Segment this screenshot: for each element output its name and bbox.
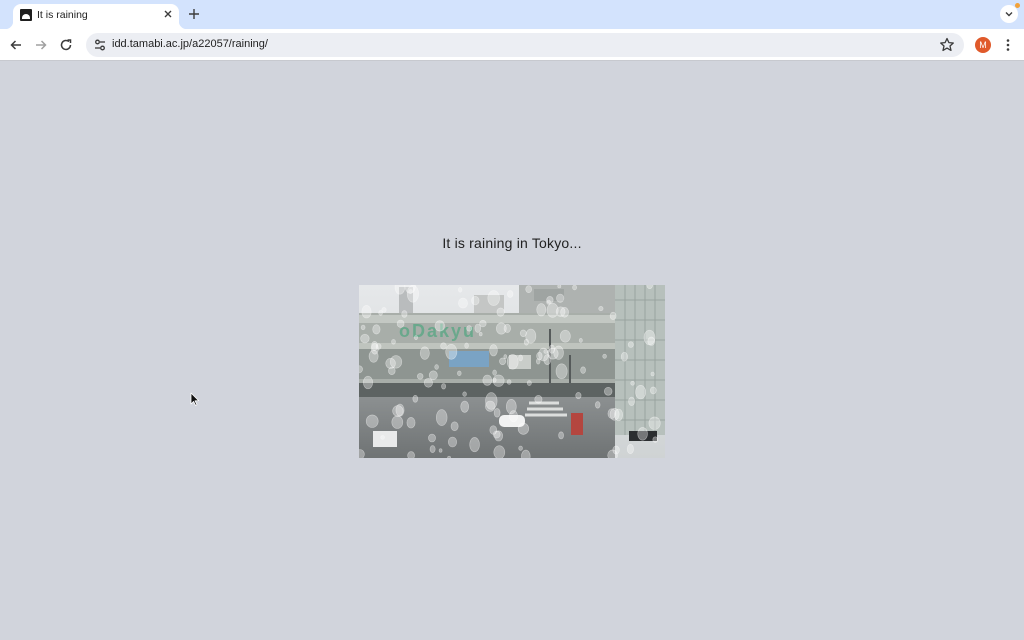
reload-button[interactable]: [58, 37, 74, 53]
browser-toolbar: idd.tamabi.ac.jp/a22057/raining/ M: [0, 29, 1024, 61]
mouse-cursor-icon: [190, 392, 199, 406]
notification-dot: [1015, 3, 1020, 8]
page-content: It is raining in Tokyo... oDakyu: [0, 62, 1024, 640]
kebab-menu-icon: [1006, 39, 1010, 51]
reload-icon: [60, 39, 72, 51]
new-tab-button[interactable]: [186, 6, 202, 22]
url-text[interactable]: idd.tamabi.ac.jp/a22057/raining/: [112, 38, 268, 50]
arrow-left-icon: [10, 40, 21, 50]
rainy-street-photo: oDakyu: [359, 285, 665, 458]
close-tab-button[interactable]: [161, 7, 175, 21]
page-headline: It is raining in Tokyo...: [442, 235, 582, 251]
browser-tab[interactable]: It is raining: [5, 4, 187, 29]
back-button[interactable]: [8, 37, 24, 53]
site-favicon-icon: [20, 9, 32, 21]
close-icon: [164, 10, 172, 18]
site-info-button[interactable]: [92, 37, 108, 53]
arrow-right-icon: [36, 40, 47, 50]
address-bar[interactable]: idd.tamabi.ac.jp/a22057/raining/: [86, 33, 964, 57]
forward-button[interactable]: [33, 37, 49, 53]
rainy-street-image: oDakyu: [359, 285, 665, 458]
bookmark-button[interactable]: [938, 36, 956, 54]
star-icon: [940, 37, 954, 52]
plus-icon: [189, 9, 199, 19]
tab-strip: It is raining: [0, 0, 1024, 29]
tune-icon: [95, 39, 105, 51]
tab-title: It is raining: [37, 9, 88, 21]
chevron-down-icon: [1005, 12, 1013, 17]
profile-avatar[interactable]: M: [975, 37, 991, 53]
browser-menu-button[interactable]: [1000, 37, 1016, 53]
